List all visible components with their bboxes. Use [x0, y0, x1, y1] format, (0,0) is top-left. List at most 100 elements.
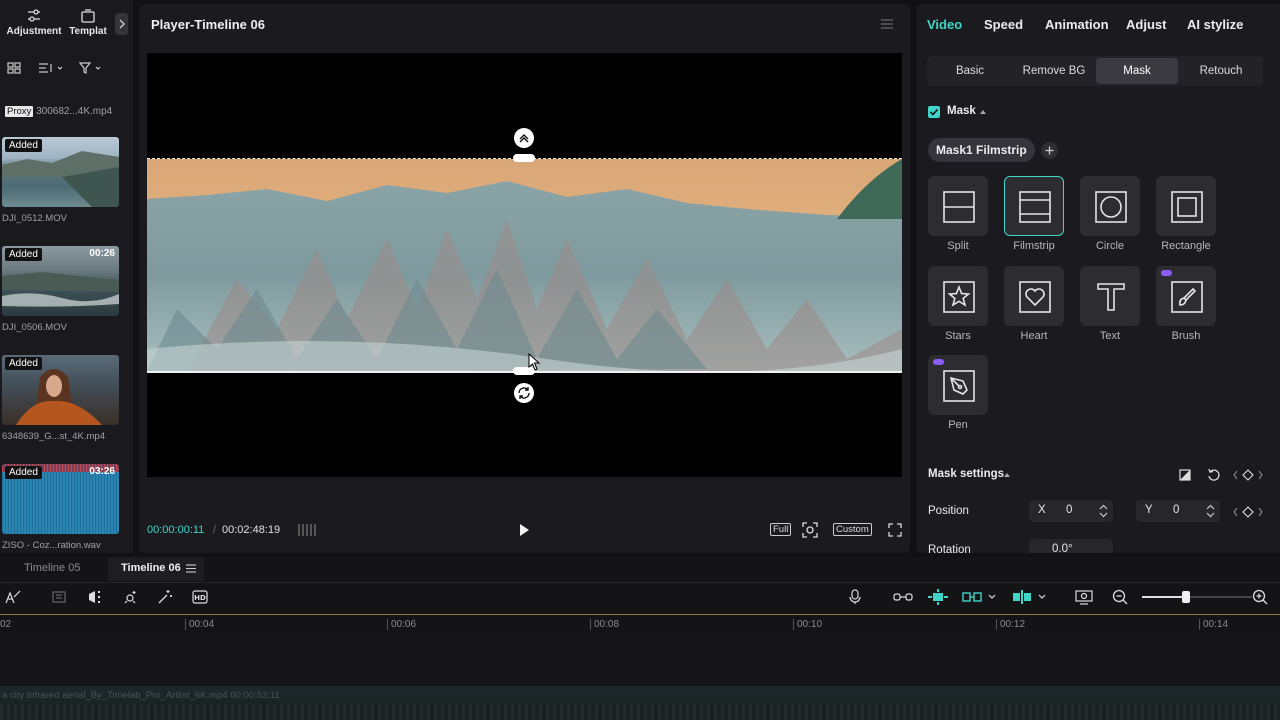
- preview-zoom-icon[interactable]: [1075, 589, 1093, 605]
- subtab-retouch[interactable]: Retouch: [1180, 58, 1262, 84]
- subtab-remove-bg[interactable]: Remove BG: [1013, 58, 1095, 84]
- position-y-field[interactable]: Y 0: [1136, 500, 1220, 522]
- media-item[interactable]: Added 6348639_G...st_4K.mp4: [2, 355, 119, 442]
- magic-cut-icon[interactable]: [122, 589, 138, 605]
- waveform-toggle-icon[interactable]: [297, 523, 317, 537]
- ai-enhance-icon[interactable]: [157, 589, 173, 605]
- microphone-icon[interactable]: [848, 589, 862, 605]
- mask-chip[interactable]: Mask1 Filmstrip: [928, 138, 1035, 162]
- video-clip[interactable]: a city Infrared aerial_By_Timelab_Pro_Ar…: [0, 686, 1280, 720]
- premium-badge-icon: [933, 359, 944, 365]
- shape-label: Split: [947, 240, 969, 252]
- proxy-file-row[interactable]: Proxy 300682...4K.mp4: [5, 106, 112, 117]
- y-label: Y: [1145, 504, 1153, 516]
- timeline-tracks[interactable]: a city Infrared aerial_By_Timelab_Pro_Ar…: [0, 634, 1280, 720]
- position-x-field[interactable]: X 0: [1029, 500, 1113, 522]
- star-icon: [943, 281, 975, 313]
- mouse-cursor-icon: [528, 353, 542, 371]
- shape-label: Circle: [1095, 240, 1125, 252]
- reset-icon[interactable]: [1207, 468, 1221, 482]
- collapse-arrow-icon[interactable]: [1003, 472, 1011, 478]
- timeline-tab-06[interactable]: Timeline 06: [121, 562, 181, 574]
- keyframe-nav-icon[interactable]: [1233, 506, 1263, 518]
- media-item[interactable]: Added 00:26 DJI_0506.MOV: [2, 246, 119, 333]
- mask-shape-text[interactable]: [1080, 266, 1140, 326]
- shape-label: Heart: [1020, 330, 1048, 342]
- panel-expand-button[interactable]: [115, 13, 128, 35]
- zoom-in-icon[interactable]: [1252, 589, 1268, 605]
- tab-ai-stylize[interactable]: AI stylize: [1187, 17, 1243, 32]
- full-quality-button[interactable]: Full: [770, 523, 792, 536]
- freeze-icon[interactable]: [87, 589, 103, 605]
- media-item[interactable]: Added 03:26 ZISO - Coz...ration.wav: [2, 464, 119, 551]
- media-thumbnail: Added: [2, 355, 119, 425]
- tab-video[interactable]: Video: [927, 17, 962, 32]
- split-clip-icon[interactable]: [52, 589, 68, 605]
- circle-icon: [1095, 191, 1127, 223]
- mask-shape-split[interactable]: [928, 176, 988, 236]
- media-item[interactable]: Added DJI_0512.MOV: [2, 137, 119, 224]
- adjustment-tab[interactable]: Adjustment: [6, 8, 62, 37]
- audio-waveform-thumbnail: Added 03:26: [2, 464, 119, 534]
- mask-shape-brush[interactable]: [1156, 266, 1216, 326]
- media-thumbnail: Added: [2, 137, 119, 207]
- invert-mask-icon[interactable]: [1179, 469, 1191, 481]
- mask-shape-heart[interactable]: [1004, 266, 1064, 326]
- stepper-icon[interactable]: [1206, 504, 1215, 518]
- media-thumbnail: Added 00:26: [2, 246, 119, 316]
- play-button[interactable]: [518, 523, 530, 537]
- aspect-ratio-button[interactable]: Custom: [833, 523, 872, 536]
- filmstrip-icon: [1019, 191, 1051, 223]
- timeline-tab-bar: Timeline 05 Timeline 06: [0, 557, 1280, 581]
- timeline-ruler[interactable]: 02 00:04 00:06 00:08 00:10 00:12 00:14: [0, 614, 1280, 634]
- mask-checkbox[interactable]: [928, 106, 940, 118]
- hd-quality-icon[interactable]: HD: [192, 589, 208, 605]
- menu-icon[interactable]: [880, 18, 894, 30]
- stepper-icon[interactable]: [1099, 504, 1108, 518]
- player-title: Player-Timeline 06: [151, 17, 265, 32]
- feather-handle-icon[interactable]: [514, 128, 534, 148]
- media-name: 6348639_G...st_4K.mp4: [2, 431, 105, 442]
- mask-shape-filmstrip[interactable]: [1004, 176, 1064, 236]
- mask-shape-stars[interactable]: [928, 266, 988, 326]
- keyframe-nav-icon[interactable]: [1233, 469, 1263, 481]
- auto-reframe-icon[interactable]: [4, 589, 22, 605]
- preview-axis-icon[interactable]: [1012, 589, 1048, 605]
- zoom-out-icon[interactable]: [1112, 589, 1128, 605]
- rotation-field[interactable]: 0.0°: [1029, 539, 1113, 553]
- timeline-menu-icon[interactable]: [186, 564, 196, 573]
- rotate-handle-icon[interactable]: [514, 383, 534, 403]
- subtab-basic[interactable]: Basic: [929, 58, 1011, 84]
- premium-badge-icon: [1161, 270, 1172, 276]
- tab-animation[interactable]: Animation: [1045, 17, 1109, 32]
- shape-label: Pen: [948, 419, 968, 431]
- proxy-file-name: 300682...4K.mp4: [36, 106, 113, 117]
- fullscreen-icon[interactable]: [888, 523, 902, 537]
- mask-shape-circle[interactable]: [1080, 176, 1140, 236]
- x-label: X: [1038, 504, 1046, 516]
- mask-shape-pen[interactable]: [928, 355, 988, 415]
- current-time: 00:00:00:11: [147, 524, 205, 536]
- ruler-tick: 00:14: [1199, 619, 1228, 630]
- tab-adjust[interactable]: Adjust: [1126, 17, 1166, 32]
- zoom-slider-handle[interactable]: [1182, 591, 1190, 603]
- templates-tab[interactable]: Templat: [66, 8, 110, 37]
- x-value: 0: [1066, 504, 1073, 516]
- main-track-magnet-icon[interactable]: [928, 589, 948, 605]
- zoom-fit-icon[interactable]: [802, 522, 818, 538]
- mask-shape-rectangle[interactable]: [1156, 176, 1216, 236]
- auto-snap-icon[interactable]: [962, 589, 998, 605]
- filter-icon[interactable]: [79, 62, 105, 74]
- shape-label: Text: [1099, 330, 1121, 342]
- tab-speed[interactable]: Speed: [984, 17, 1023, 32]
- subtab-mask[interactable]: Mask: [1096, 58, 1178, 84]
- grid-view-icon[interactable]: [7, 62, 21, 74]
- sort-icon[interactable]: [38, 62, 64, 74]
- mask-top-handle[interactable]: [513, 154, 535, 162]
- ruler-tick: 00:06: [387, 619, 416, 630]
- video-viewport[interactable]: [147, 53, 902, 477]
- collapse-arrow-icon[interactable]: [979, 109, 987, 115]
- link-clips-icon[interactable]: [893, 589, 913, 605]
- timeline-tab-05[interactable]: Timeline 05: [24, 562, 80, 574]
- add-mask-button[interactable]: [1041, 142, 1058, 159]
